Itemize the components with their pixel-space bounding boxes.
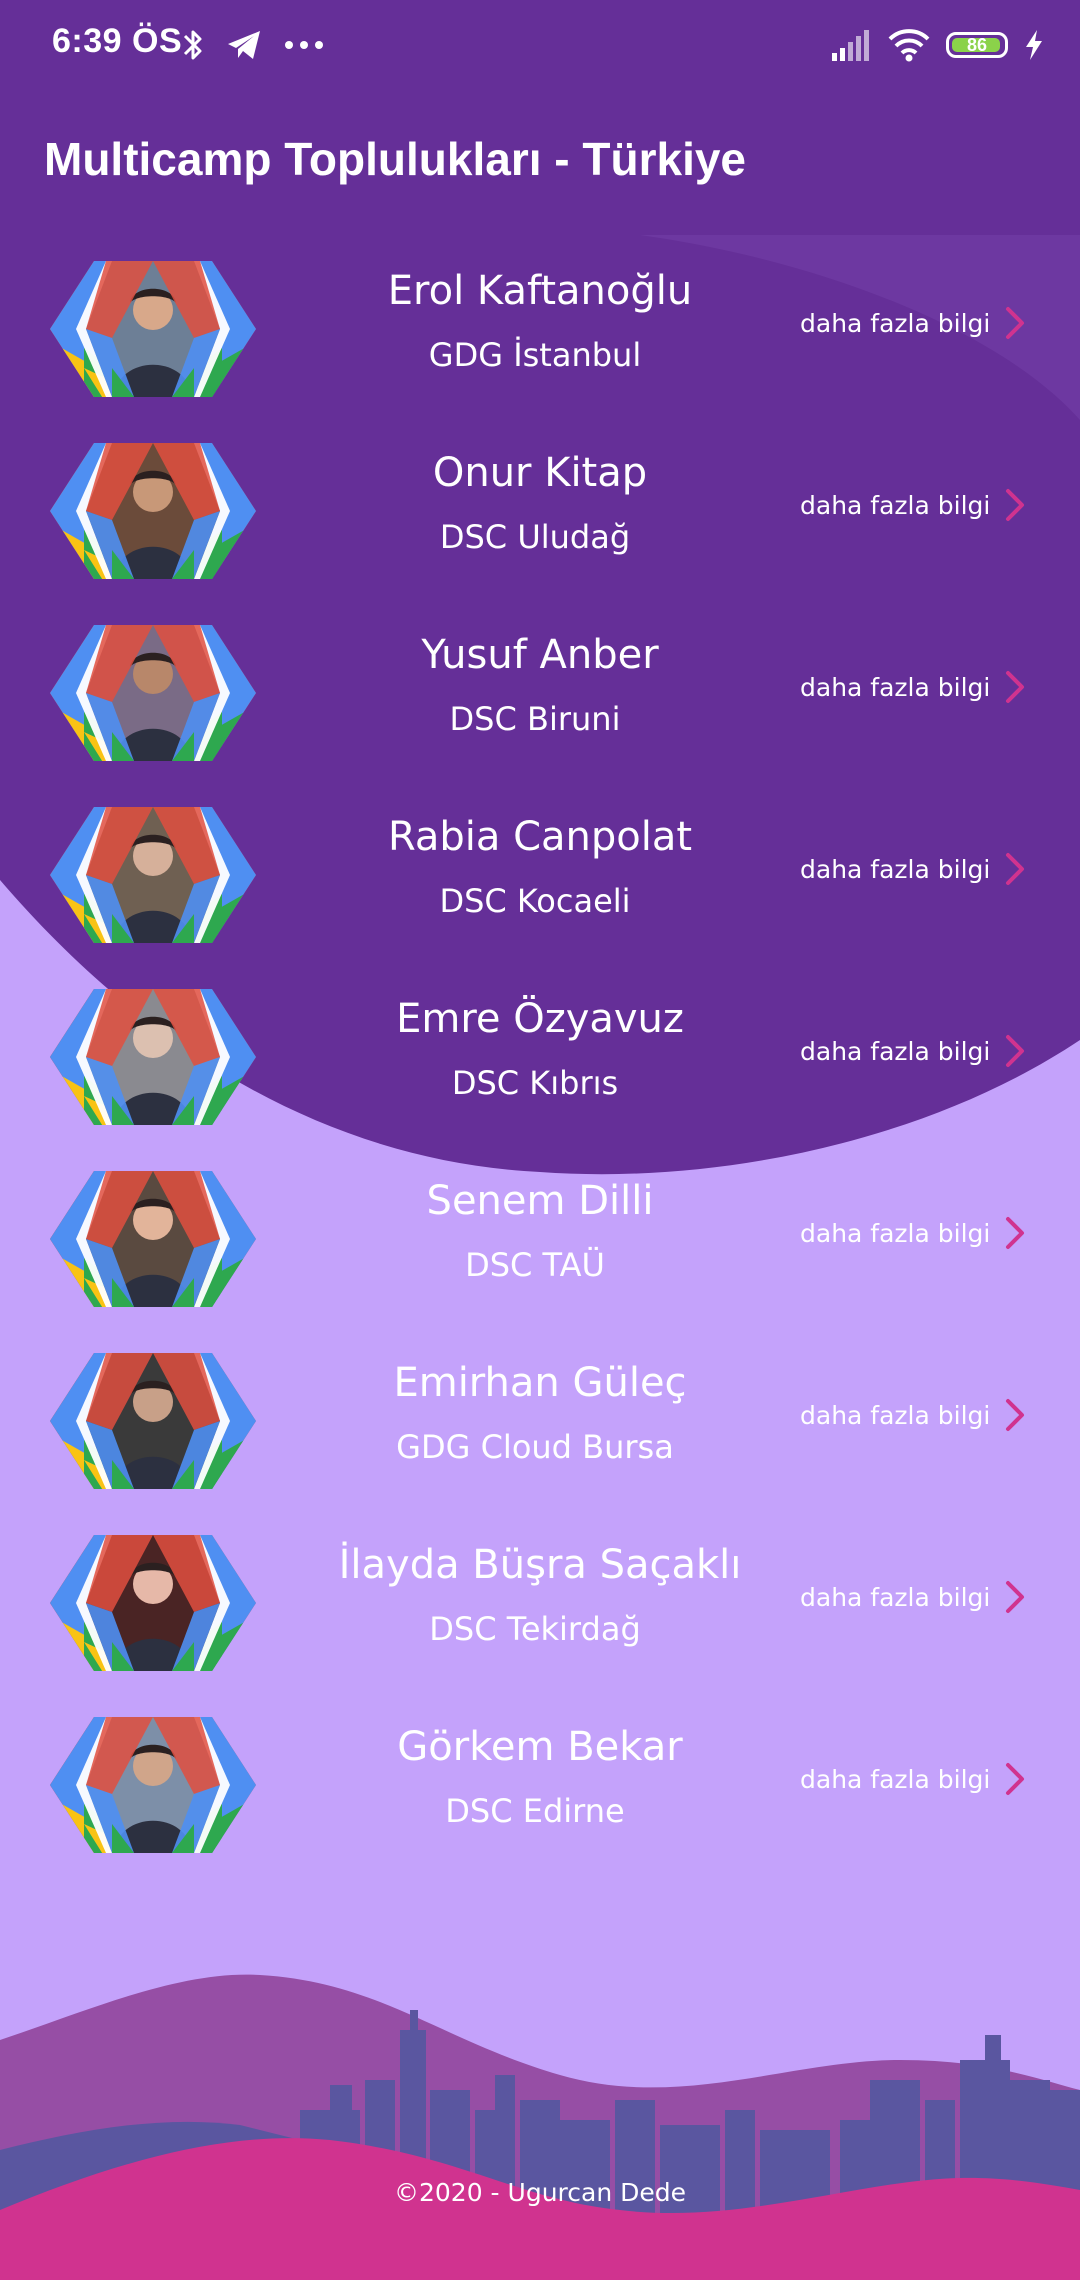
member-name: Emirhan Güleç: [393, 1360, 687, 1406]
member-community: DSC Tekirdağ: [429, 1610, 641, 1648]
footer-copyright: ©2020 - Ugurcan Dede: [393, 2178, 687, 2207]
status-bar: 6:39 ÖS 86: [0, 0, 1080, 90]
list-item[interactable]: Emre Özyavuz DSC Kıbrıs daha fazla bilgi: [0, 968, 1080, 1150]
more-info-link[interactable]: daha fazla bilgi: [800, 851, 1026, 887]
member-community: DSC Edirne: [445, 1792, 625, 1830]
more-info-link[interactable]: daha fazla bilgi: [800, 1397, 1026, 1433]
chevron-right-icon: [1006, 489, 1025, 521]
avatar: [50, 1535, 256, 1671]
member-name: Erol Kaftanoğlu: [387, 268, 693, 314]
bluetooth-icon: [183, 30, 202, 60]
more-info-link[interactable]: daha fazla bilgi: [800, 669, 1026, 705]
avatar: [50, 1353, 256, 1489]
more-info-link[interactable]: daha fazla bilgi: [800, 1033, 1026, 1069]
more-info-label: daha fazla bilgi: [800, 1764, 991, 1794]
chevron-right-icon: [1006, 1217, 1025, 1249]
chevron-right-icon: [1006, 1581, 1025, 1613]
list-item[interactable]: Görkem Bekar DSC Edirne daha fazla bilgi: [0, 1696, 1080, 1878]
telegram-icon: [228, 31, 260, 59]
member-name: İlayda Büşra Saçaklı: [338, 1542, 742, 1588]
chevron-right-icon: [1006, 853, 1025, 885]
more-info-label: daha fazla bilgi: [800, 308, 991, 338]
member-community: DSC Kıbrıs: [451, 1064, 619, 1102]
status-icons-right: 86: [830, 22, 1044, 68]
more-info-link[interactable]: daha fazla bilgi: [800, 1215, 1026, 1251]
avatar: [50, 625, 256, 761]
signal-icon: [832, 30, 869, 61]
status-time: 6:39 ÖS: [52, 22, 183, 60]
member-community: DSC Kocaeli: [439, 882, 631, 920]
member-community: GDG İstanbul: [428, 336, 642, 374]
status-icons-left: [182, 24, 324, 66]
more-dots-icon: [285, 41, 323, 49]
more-info-label: daha fazla bilgi: [800, 490, 991, 520]
more-info-link[interactable]: daha fazla bilgi: [800, 1761, 1026, 1797]
avatar: [50, 261, 256, 397]
more-info-label: daha fazla bilgi: [800, 1218, 991, 1248]
member-community: DSC Uludağ: [439, 518, 631, 556]
avatar: [50, 807, 256, 943]
avatar: [50, 443, 256, 579]
more-info-label: daha fazla bilgi: [800, 1582, 991, 1612]
member-community: DSC TAÜ: [465, 1246, 605, 1284]
more-info-label: daha fazla bilgi: [800, 854, 991, 884]
list-item[interactable]: Erol Kaftanoğlu GDG İstanbul daha fazla bi…: [0, 240, 1080, 422]
charging-icon: [1026, 30, 1042, 60]
avatar: [50, 1171, 256, 1307]
member-name: Rabia Canpolat: [387, 814, 693, 860]
page-title: Multicamp Toplulukları - Türkiye: [44, 133, 747, 185]
list-item[interactable]: Senem Dilli DSC TAÜ daha fazla bilgi: [0, 1150, 1080, 1332]
list-item[interactable]: Rabia Canpolat DSC Kocaeli daha fazla bilg…: [0, 786, 1080, 968]
list-item[interactable]: Emirhan Güleç GDG Cloud Bursa daha fazla b…: [0, 1332, 1080, 1514]
member-name: Yusuf Anber: [421, 632, 659, 678]
member-name: Emre Özyavuz: [396, 996, 684, 1042]
chevron-right-icon: [1006, 1399, 1025, 1431]
list-item[interactable]: İlayda Büşra Saçaklı DSC Tekirdağ daha faz…: [0, 1514, 1080, 1696]
list-item[interactable]: Yusuf Anber DSC Biruni daha fazla bilgi: [0, 604, 1080, 786]
member-community: GDG Cloud Bursa: [396, 1428, 674, 1466]
chevron-right-icon: [1006, 1035, 1025, 1067]
member-name: Onur Kitap: [432, 450, 648, 496]
more-info-link[interactable]: daha fazla bilgi: [800, 305, 1026, 341]
member-name: Görkem Bekar: [397, 1724, 683, 1770]
avatar: [50, 989, 256, 1125]
more-info-link[interactable]: daha fazla bilgi: [800, 487, 1026, 523]
chevron-right-icon: [1006, 671, 1025, 703]
more-info-label: daha fazla bilgi: [800, 1036, 991, 1066]
list-item[interactable]: Onur Kitap DSC Uludağ daha fazla bilgi: [0, 422, 1080, 604]
app-bar: Multicamp Toplulukları - Türkiye: [0, 90, 1080, 235]
member-community: DSC Biruni: [449, 700, 621, 738]
more-info-label: daha fazla bilgi: [800, 672, 991, 702]
wifi-icon: [888, 29, 930, 62]
member-name: Senem Dilli: [426, 1178, 654, 1224]
chevron-right-icon: [1006, 1763, 1025, 1795]
more-info-link[interactable]: daha fazla bilgi: [800, 1579, 1026, 1615]
chevron-right-icon: [1006, 307, 1025, 339]
battery-level: 86: [966, 34, 988, 55]
battery-icon: 86: [946, 32, 1008, 58]
avatar: [50, 1717, 256, 1853]
more-info-label: daha fazla bilgi: [800, 1400, 991, 1430]
